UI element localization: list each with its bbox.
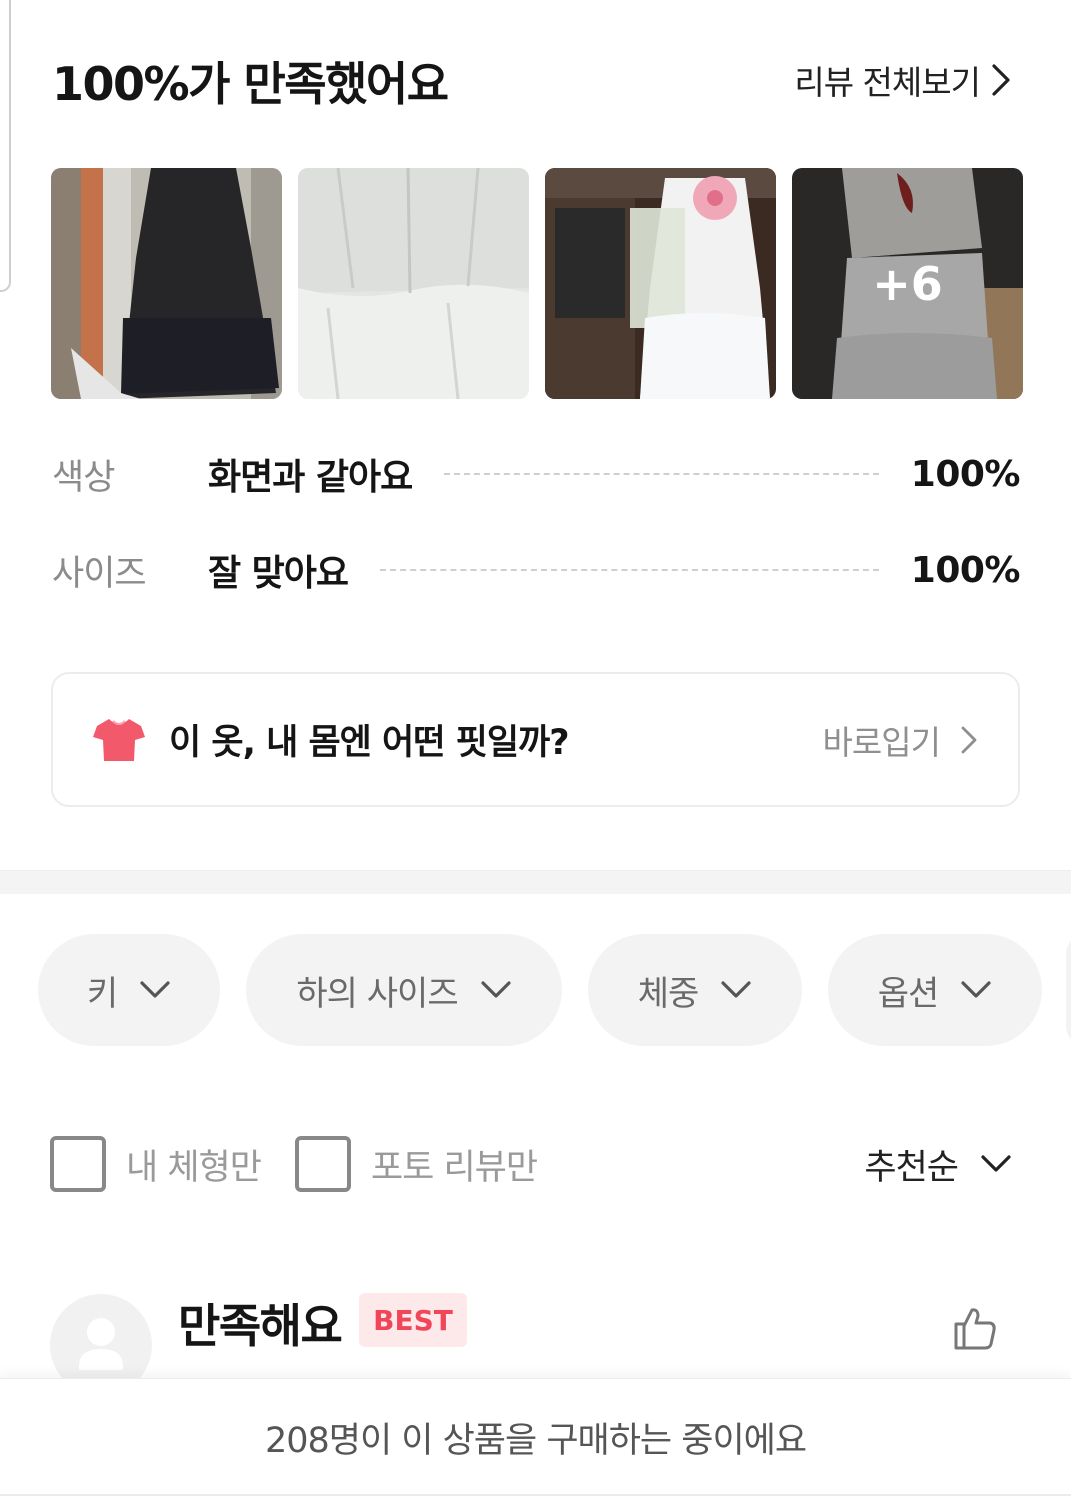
review-photo-4-more[interactable]: +6 (792, 168, 1023, 399)
try-on-label: 바로입기 (822, 722, 941, 762)
checkbox-box[interactable] (294, 1136, 351, 1192)
chevron-down-icon (140, 981, 170, 998)
purchase-activity-bar: 208명이 이 상품을 구매하는 중이에요 (0, 1378, 1071, 1496)
chevron-down-icon (981, 1155, 1011, 1172)
rating-value: 화면과 같아요 (208, 457, 413, 498)
rating-row-size: 사이즈 잘 맞아요 100% (52, 542, 1021, 598)
filter-chip-option[interactable]: 옵션 (828, 934, 1042, 1046)
sort-label: 추천순 (864, 1147, 959, 1188)
bottom-divider (0, 1494, 1071, 1496)
review-photo-strip: +6 (51, 168, 1023, 399)
rating-label: 사이즈 (52, 553, 147, 594)
virtual-fitting-banner[interactable]: 이 옷, 내 몸엔 어떤 핏일까? 바로입기 (51, 672, 1020, 807)
review-photo-3[interactable] (545, 168, 776, 399)
rating-percent: 100% (910, 549, 1021, 591)
chevron-right-icon (992, 64, 1010, 96)
filter-chip-weight[interactable]: 체중 (588, 934, 802, 1046)
sort-dropdown[interactable]: 추천순 (864, 1139, 1012, 1190)
chevron-right-icon (961, 726, 977, 753)
filter-chip-height[interactable]: 키 (38, 934, 220, 1046)
section-divider (0, 870, 1071, 894)
tshirt-icon (93, 718, 145, 761)
review-photo-2[interactable] (298, 168, 529, 399)
side-panel-edge (0, 0, 11, 292)
rating-row-color: 색상 화면과 같아요 100% (52, 446, 1021, 502)
review-title: 만족해요 (178, 1299, 343, 1353)
checkbox-box[interactable] (50, 1136, 106, 1192)
try-on-link[interactable]: 바로입기 (823, 716, 978, 764)
rating-divider (380, 569, 879, 571)
rating-label: 색상 (52, 457, 115, 498)
view-all-reviews-link[interactable]: 리뷰 전체보기 (794, 56, 1012, 104)
checkbox-label: 포토 리뷰만 (370, 1147, 538, 1188)
filter-chip-label: 키 (86, 973, 118, 1014)
filter-chip-label: 체중 (637, 973, 700, 1014)
virtual-fitting-text: 이 옷, 내 몸엔 어떤 핏일까? (169, 723, 570, 763)
photo-review-checkbox[interactable]: 포토 리뷰만 (294, 1136, 538, 1192)
filter-chip-bottom-size[interactable]: 하의 사이즈 (246, 934, 562, 1046)
filter-chip-label: 옵션 (877, 973, 940, 1014)
rating-value: 잘 맞아요 (208, 553, 349, 594)
best-badge: BEST (359, 1293, 467, 1347)
purchase-activity-text: 208명이 이 상품을 구매하는 중이에요 (264, 1421, 807, 1461)
review-summary-header: 100%가 만족했어요 리뷰 전체보기 (52, 48, 1012, 111)
my-body-type-checkbox[interactable]: 내 체형만 (50, 1136, 262, 1192)
review-filter-bar: 내 체형만 포토 리뷰만 추천순 (50, 1136, 1012, 1192)
checkbox-label: 내 체형만 (126, 1147, 262, 1188)
more-photos-count: +6 (792, 168, 1023, 399)
filter-chip-row: 키 하의 사이즈 체중 옵션 (38, 934, 1042, 1046)
thumbs-up-icon[interactable] (950, 1304, 998, 1352)
satisfaction-title: 100%가 만족했어요 (52, 57, 449, 111)
chevron-down-icon (961, 981, 991, 998)
filter-chip-label: 하의 사이즈 (296, 973, 458, 1014)
review-photo-1[interactable] (51, 168, 282, 399)
chevron-down-icon (481, 981, 511, 998)
filter-chip-overflow[interactable] (1066, 934, 1071, 1046)
chevron-down-icon (721, 981, 751, 998)
rating-divider (444, 473, 879, 475)
rating-percent: 100% (910, 453, 1021, 495)
review-item: 만족해요 BEST (50, 1290, 1012, 1396)
view-all-reviews-label: 리뷰 전체보기 (794, 63, 981, 102)
